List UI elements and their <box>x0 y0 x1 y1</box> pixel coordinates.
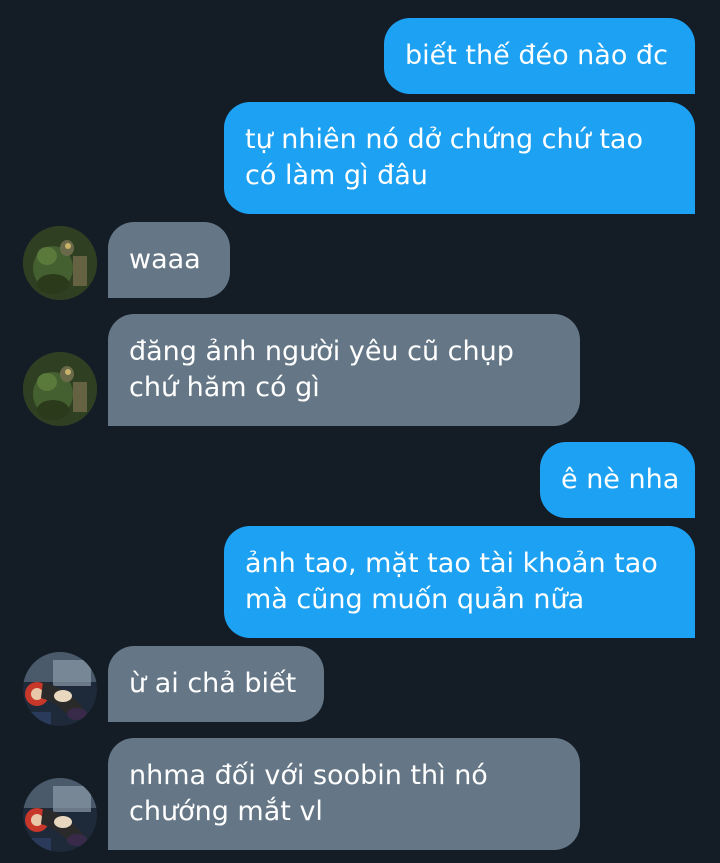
sent-message-bubble[interactable]: biết thế đéo nào đc <box>384 18 695 94</box>
message-text: có làm gì đâu <box>245 160 428 191</box>
cartoon-witch-avatar-image <box>23 778 97 852</box>
message-text: mà cũng muốn quản nữa <box>245 584 585 615</box>
green-figure-avatar-image <box>23 352 97 426</box>
message-text: ảnh tao, mặt tao tài khoản tao <box>245 548 658 579</box>
message-text: waaa <box>129 244 201 275</box>
sent-message-bubble[interactable]: ảnh tao, mặt tao tài khoản tao mà cũng m… <box>224 526 695 638</box>
message-text: ê nè nha <box>561 464 680 495</box>
received-message-bubble[interactable]: nhma đối với soobin thì nó chướng mắt vl <box>108 738 580 850</box>
green-figure-avatar[interactable] <box>23 352 97 426</box>
green-figure-avatar[interactable] <box>23 226 97 300</box>
cartoon-witch-avatar[interactable] <box>23 778 97 852</box>
cartoon-witch-avatar[interactable] <box>23 652 97 726</box>
cartoon-witch-avatar-image <box>23 652 97 726</box>
message-text: biết thế đéo nào đc <box>405 40 668 71</box>
received-message-bubble[interactable]: ừ ai chả biết <box>108 646 324 722</box>
message-text: chứ hăm có gì <box>129 372 320 403</box>
message-text: nhma đối với soobin thì nó <box>129 760 488 791</box>
message-text: chướng mắt vl <box>129 796 323 827</box>
received-message-bubble[interactable]: đăng ảnh người yêu cũ chụp chứ hăm có gì <box>108 314 580 426</box>
message-text: tự nhiên nó dở chứng chứ tao <box>245 124 643 155</box>
green-figure-avatar-image <box>23 226 97 300</box>
received-message-bubble[interactable]: waaa <box>108 222 230 298</box>
message-text: ừ ai chả biết <box>129 668 297 699</box>
sent-message-bubble[interactable]: tự nhiên nó dở chứng chứ tao có làm gì đ… <box>224 102 695 214</box>
sent-message-bubble[interactable]: ê nè nha <box>540 442 695 518</box>
message-thread: biết thế đéo nào đc tự nhiên nó dở chứng… <box>0 0 720 863</box>
message-text: đăng ảnh người yêu cũ chụp <box>129 336 514 367</box>
